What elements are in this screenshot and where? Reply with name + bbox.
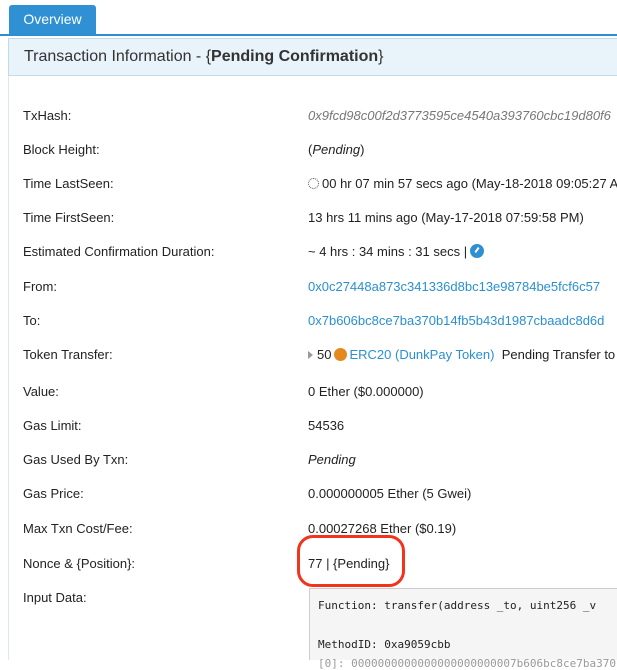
row-to: To: 0x7b606bc8ce7ba370b14fb5b43d1987cbaa…	[0, 313, 617, 333]
from-address-link[interactable]: 0x0c27448a873c341336d8bc13e98784be5fcf6c…	[308, 279, 600, 294]
to-address-link[interactable]: 0x7b606bc8ce7ba370b14fb5b43d1987cbaadc8d…	[308, 313, 604, 328]
token-transfer-value: 50 ERC20 (DunkPay Token) Pending Transfer…	[308, 347, 615, 362]
row-est-duration: Estimated Confirmation Duration: ~ 4 hrs…	[0, 244, 617, 264]
panel-header: Transaction Information - {Pending Confi…	[8, 38, 617, 76]
caret-right-icon	[308, 351, 313, 359]
row-time-firstseen: Time FirstSeen: 13 hrs 11 mins ago (May-…	[0, 210, 617, 230]
gas-price-value: 0.000000005 Ether (5 Gwei)	[308, 486, 472, 501]
row-block-height: Block Height: (Pending)	[0, 142, 617, 162]
gas-price-label: Gas Price:	[23, 486, 84, 501]
gas-used-label: Gas Used By Txn:	[23, 452, 129, 467]
time-lastseen-value: 00 hr 07 min 57 secs ago (May-18-2018 09…	[308, 176, 617, 191]
value-label: Value:	[23, 384, 59, 399]
page-title: Transaction Information - {Pending Confi…	[24, 48, 384, 65]
gas-used-value: Pending	[308, 452, 356, 467]
token-transfer-status: Pending Transfer to	[501, 347, 616, 362]
token-amount: 50	[317, 347, 332, 362]
row-gas-price: Gas Price: 0.000000005 Ether (5 Gwei)	[0, 486, 617, 506]
block-height-label: Block Height:	[23, 142, 100, 157]
est-duration-value: ~ 4 hrs : 34 mins : 31 secs |	[308, 244, 485, 259]
title-status: Pending Confirmation	[211, 48, 379, 65]
tab-overview[interactable]: Overview	[9, 5, 96, 34]
txhash-label: TxHash:	[23, 108, 72, 123]
from-label: From:	[23, 279, 57, 294]
token-link[interactable]: ERC20 (DunkPay Token)	[349, 347, 494, 362]
row-token-transfer: Token Transfer: 50 ERC20 (DunkPay Token) …	[0, 347, 617, 367]
input-method-id: MethodID: 0xa9059cbb	[318, 638, 451, 651]
gas-limit-value: 54536	[308, 418, 345, 433]
gas-limit-label: Gas Limit:	[23, 418, 82, 433]
spinner-icon	[308, 178, 319, 189]
row-txhash: TxHash: 0x9fcd98c00f2d3773595ce4540a3937…	[0, 108, 617, 128]
input-data-label: Input Data:	[23, 590, 87, 605]
token-coin-icon	[334, 348, 348, 361]
max-fee-value: 0.00027268 Ether ($0.19)	[308, 521, 457, 536]
to-label: To:	[23, 313, 41, 328]
row-from: From: 0x0c27448a873c341336d8bc13e98784be…	[0, 279, 617, 299]
txhash-value: 0x9fcd98c00f2d3773595ce4540a393760cbc19d…	[308, 108, 611, 123]
token-transfer-label: Token Transfer:	[23, 347, 113, 362]
tab-bar: Overview	[0, 0, 617, 36]
input-function: Function: transfer(address _to, uint256 …	[318, 599, 597, 612]
input-data-box[interactable]: Function: transfer(address _to, uint256 …	[309, 588, 617, 670]
row-gas-used: Gas Used By Txn: Pending	[0, 452, 617, 472]
nonce-label: Nonce & {Position}:	[23, 556, 136, 571]
block-height-value: (Pending)	[308, 142, 365, 157]
est-duration-label: Estimated Confirmation Duration:	[23, 244, 215, 259]
row-gas-limit: Gas Limit: 54536	[0, 418, 617, 438]
gauge-icon[interactable]	[470, 244, 485, 258]
time-lastseen-label: Time LastSeen:	[23, 176, 114, 191]
highlight-circle	[297, 535, 405, 587]
input-param: [0]: 0000000000000000000000007b606bc8ce7…	[318, 657, 617, 670]
max-fee-label: Max Txn Cost/Fee:	[23, 521, 133, 536]
value-amount: 0 Ether ($0.000000)	[308, 384, 424, 399]
row-time-lastseen: Time LastSeen: 00 hr 07 min 57 secs ago …	[0, 176, 617, 196]
time-firstseen-value: 13 hrs 11 mins ago (May-17-2018 07:59:58…	[308, 210, 584, 225]
time-firstseen-label: Time FirstSeen:	[23, 210, 115, 225]
row-value: Value: 0 Ether ($0.000000)	[0, 384, 617, 404]
